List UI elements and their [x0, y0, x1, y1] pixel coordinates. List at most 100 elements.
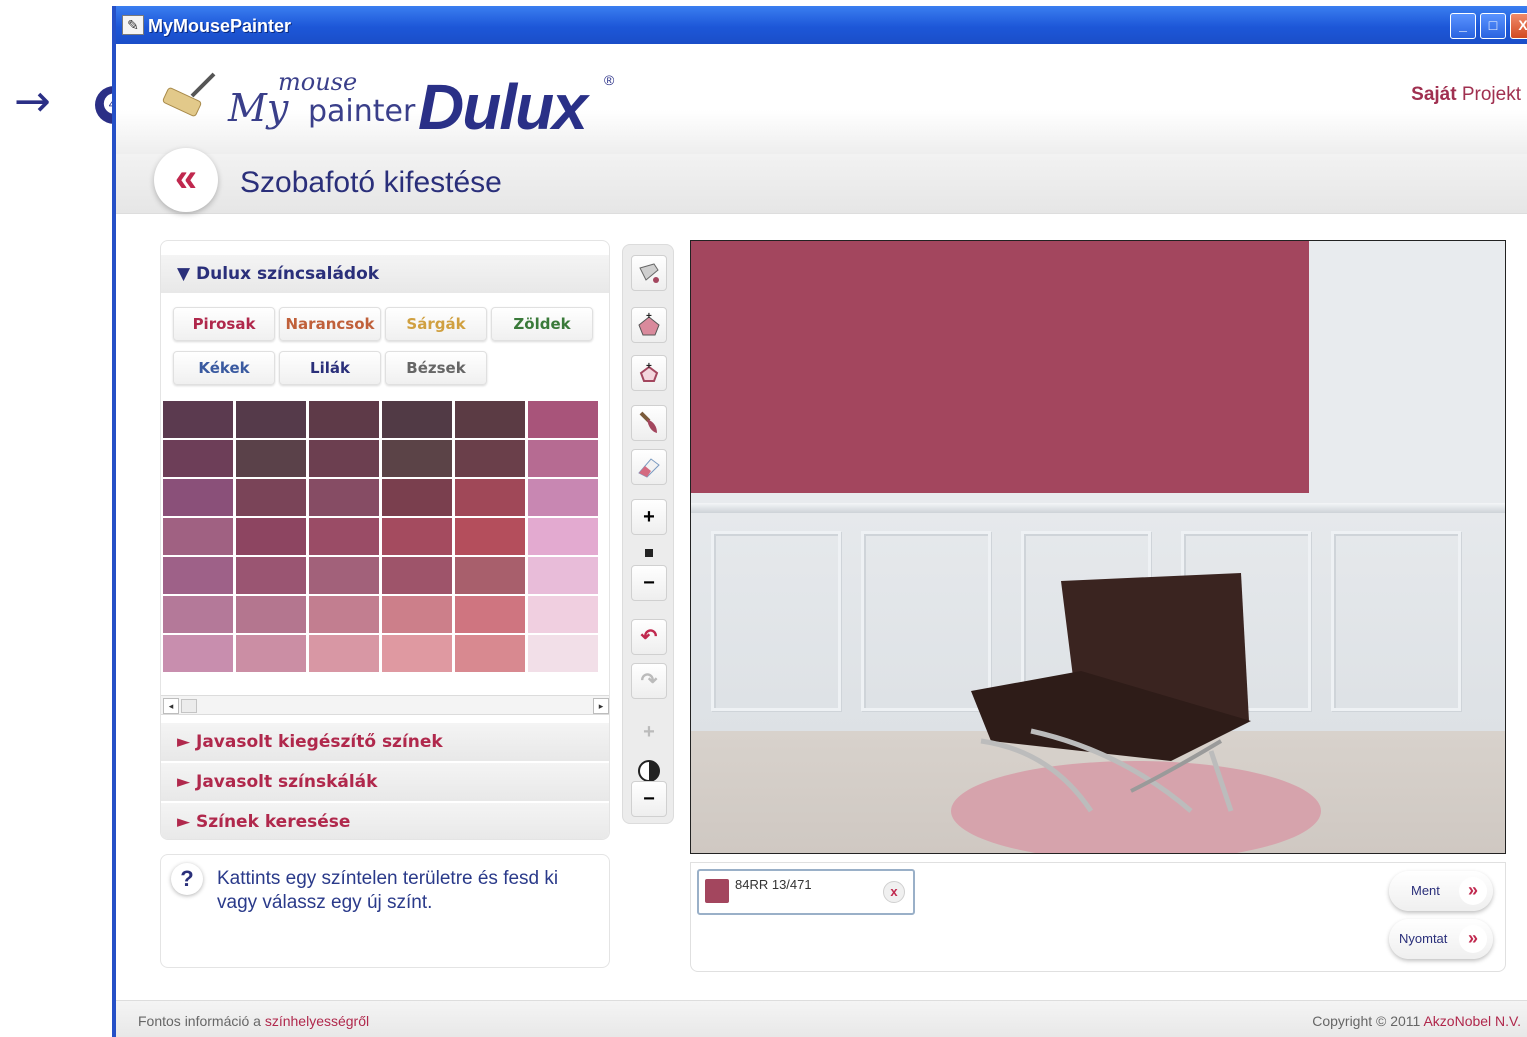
undo-button[interactable]: ↶: [631, 619, 667, 655]
color-swatch[interactable]: [236, 635, 306, 672]
brightness-minus-button[interactable]: −: [631, 781, 667, 817]
section-suggested-complementary[interactable]: ► Javasolt kiegészítő színek: [161, 723, 609, 761]
color-swatch[interactable]: [236, 596, 306, 633]
window-title: MyMousePainter: [148, 16, 292, 36]
family-button-purples[interactable]: Lilák: [279, 351, 381, 385]
footer-copyright: Copyright © 2011 AkzoNobel N.V.: [1312, 1013, 1521, 1029]
color-swatch[interactable]: [309, 518, 379, 555]
family-button-greens[interactable]: Zöldek: [491, 307, 593, 341]
color-swatch[interactable]: [455, 596, 525, 633]
close-button[interactable]: X: [1510, 13, 1527, 39]
print-button[interactable]: Nyomtat »: [1389, 919, 1493, 959]
annotation-arrow: →: [14, 76, 51, 127]
family-button-oranges[interactable]: Narancsok: [279, 307, 381, 341]
scroll-left-button[interactable]: ◂: [163, 698, 179, 714]
family-button-blues[interactable]: Kékek: [173, 351, 275, 385]
color-swatch[interactable]: [163, 401, 233, 438]
color-swatch[interactable]: [163, 440, 233, 477]
color-swatch[interactable]: [236, 401, 306, 438]
maximize-button[interactable]: □: [1480, 13, 1506, 39]
color-swatch[interactable]: [382, 596, 452, 633]
family-button-beiges[interactable]: Bézsek: [385, 351, 487, 385]
color-swatch[interactable]: [528, 596, 598, 633]
zoom-in-button[interactable]: +: [631, 499, 667, 535]
color-swatch[interactable]: [382, 635, 452, 672]
section-search-colors[interactable]: ► Színek keresése: [161, 803, 609, 839]
color-swatch[interactable]: [309, 635, 379, 672]
eraser-icon[interactable]: [631, 449, 667, 485]
section-dulux-color-families[interactable]: ▼ Dulux színcsaládok: [161, 255, 609, 293]
polygon-select-icon[interactable]: +: [631, 355, 667, 391]
color-chip: [705, 879, 729, 903]
color-swatch[interactable]: [382, 440, 452, 477]
color-swatch[interactable]: [309, 440, 379, 477]
swatch-horizontal-scrollbar[interactable]: ◂ ▸: [161, 695, 609, 715]
print-label: Nyomtat: [1399, 931, 1448, 946]
color-swatch[interactable]: [236, 440, 306, 477]
color-swatch[interactable]: [236, 518, 306, 555]
color-swatch[interactable]: [309, 479, 379, 516]
color-swatch[interactable]: [528, 518, 598, 555]
own-project-link[interactable]: Saját Projekt: [1411, 84, 1521, 106]
color-swatch[interactable]: [528, 479, 598, 516]
color-swatch[interactable]: [455, 401, 525, 438]
paint-toolbar: + + + − ↶ ↷ + −: [622, 244, 674, 824]
color-swatch[interactable]: [309, 401, 379, 438]
scroll-thumb[interactable]: [181, 699, 197, 713]
color-swatch[interactable]: [382, 518, 452, 555]
color-swatch[interactable]: [163, 479, 233, 516]
family-button-reds[interactable]: Pirosak: [173, 307, 275, 341]
color-swatch[interactable]: [309, 557, 379, 594]
zoom-out-button[interactable]: −: [631, 565, 667, 601]
color-swatch[interactable]: [455, 557, 525, 594]
color-swatch[interactable]: [528, 440, 598, 477]
back-button[interactable]: «: [154, 148, 218, 212]
brush-icon[interactable]: [631, 405, 667, 441]
app-footer: Fontos információ a színhelyességről Cop…: [116, 1000, 1527, 1037]
logo-painter-text: painter: [308, 94, 416, 129]
paint-bucket-icon[interactable]: [631, 255, 667, 291]
remove-color-button[interactable]: x: [883, 881, 905, 903]
redo-button[interactable]: ↷: [631, 663, 667, 699]
print-arrow-icon: »: [1459, 925, 1487, 953]
color-swatch[interactable]: [309, 596, 379, 633]
selected-colors-strip: 84RR 13/471 x Ment » Nyomtat »: [690, 862, 1506, 972]
color-swatch[interactable]: [382, 557, 452, 594]
color-swatch[interactable]: [382, 401, 452, 438]
screenshot-root: → ❹ ✎ MyMousePainter _ □ X My mouse pain…: [0, 0, 1527, 1037]
color-swatch[interactable]: [163, 518, 233, 555]
color-family-panel: ▼ Dulux színcsaládok Pirosak Narancsok S…: [160, 240, 610, 840]
color-swatch[interactable]: [236, 479, 306, 516]
color-swatch[interactable]: [528, 401, 598, 438]
color-swatch[interactable]: [163, 596, 233, 633]
selected-color-item[interactable]: 84RR 13/471 x: [697, 869, 915, 915]
color-swatch[interactable]: [163, 635, 233, 672]
color-swatch[interactable]: [455, 518, 525, 555]
save-button[interactable]: Ment »: [1389, 871, 1493, 911]
brightness-plus-button[interactable]: +: [631, 715, 667, 751]
color-swatch[interactable]: [528, 635, 598, 672]
app-header: My mouse painter Dulux ® Saját Projekt: [116, 44, 1527, 154]
scroll-right-button[interactable]: ▸: [593, 698, 609, 714]
section-suggested-palettes[interactable]: ► Javasolt színskálák: [161, 763, 609, 801]
hint-box: ? Kattints egy színtelen területre és fe…: [160, 854, 610, 968]
color-swatch[interactable]: [455, 440, 525, 477]
wall-panel: [711, 531, 841, 711]
color-swatch[interactable]: [455, 479, 525, 516]
minimize-button[interactable]: _: [1450, 13, 1476, 39]
color-accuracy-link[interactable]: színhelyességről: [265, 1013, 369, 1029]
color-swatch[interactable]: [163, 557, 233, 594]
color-swatch[interactable]: [382, 479, 452, 516]
help-icon[interactable]: ?: [171, 863, 203, 895]
akzonobel-link[interactable]: AkzoNobel N.V.: [1423, 1013, 1521, 1029]
color-swatch[interactable]: [528, 557, 598, 594]
room-photo-canvas[interactable]: [690, 240, 1506, 854]
color-swatch[interactable]: [455, 635, 525, 672]
painted-wall-area[interactable]: [691, 241, 1309, 493]
color-swatch[interactable]: [236, 557, 306, 594]
title-bar[interactable]: ✎ MyMousePainter _ □ X: [116, 6, 1527, 44]
polygon-add-icon[interactable]: +: [631, 307, 667, 343]
app-window: ✎ MyMousePainter _ □ X My mouse painter …: [112, 6, 1527, 1037]
color-swatch-grid: [163, 401, 609, 683]
family-button-yellows[interactable]: Sárgák: [385, 307, 487, 341]
